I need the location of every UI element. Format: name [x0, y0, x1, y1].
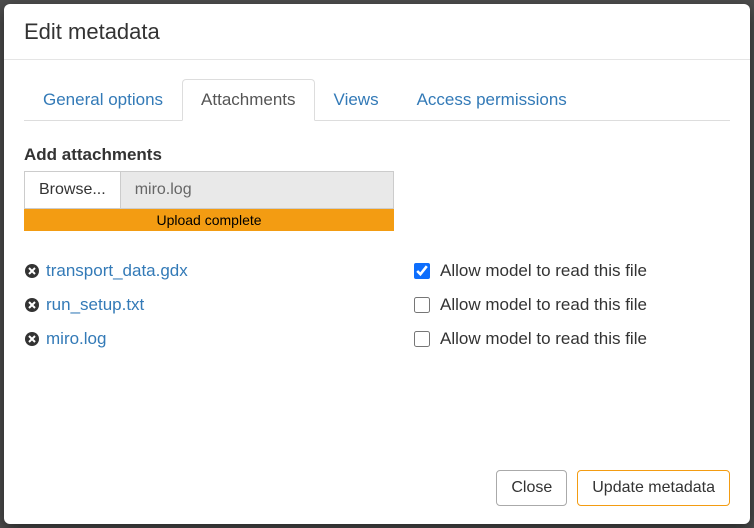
- tab-attachments[interactable]: Attachments: [182, 79, 315, 121]
- file-item: miro.log: [24, 329, 404, 349]
- file-permission[interactable]: Allow model to read this file: [414, 261, 730, 281]
- file-list: transport_data.gdx Allow model to read t…: [24, 261, 730, 349]
- tab-general-options[interactable]: General options: [24, 79, 182, 121]
- modal-footer: Close Update metadata: [4, 456, 750, 524]
- file-permission[interactable]: Allow model to read this file: [414, 329, 730, 349]
- browse-button[interactable]: Browse...: [25, 172, 121, 208]
- close-button[interactable]: Close: [496, 470, 567, 506]
- modal-body: General options Attachments Views Access…: [4, 60, 750, 456]
- remove-file-icon[interactable]: [24, 297, 40, 313]
- file-link[interactable]: miro.log: [46, 329, 106, 349]
- permission-label: Allow model to read this file: [440, 261, 647, 281]
- remove-file-icon[interactable]: [24, 331, 40, 347]
- file-item: run_setup.txt: [24, 295, 404, 315]
- modal-header: Edit metadata: [4, 4, 750, 60]
- file-picker: Browse... miro.log: [24, 171, 394, 209]
- file-link[interactable]: run_setup.txt: [46, 295, 144, 315]
- permission-label: Allow model to read this file: [440, 295, 647, 315]
- file-link[interactable]: transport_data.gdx: [46, 261, 188, 281]
- file-permission[interactable]: Allow model to read this file: [414, 295, 730, 315]
- allow-read-checkbox[interactable]: [414, 263, 430, 279]
- add-attachments-label: Add attachments: [24, 145, 730, 165]
- permission-label: Allow model to read this file: [440, 329, 647, 349]
- update-metadata-button[interactable]: Update metadata: [577, 470, 730, 506]
- remove-file-icon[interactable]: [24, 263, 40, 279]
- upload-progress: Upload complete: [24, 209, 394, 231]
- allow-read-checkbox[interactable]: [414, 297, 430, 313]
- tabs: General options Attachments Views Access…: [24, 78, 730, 121]
- file-item: transport_data.gdx: [24, 261, 404, 281]
- tab-views[interactable]: Views: [315, 79, 398, 121]
- edit-metadata-modal: Edit metadata General options Attachment…: [4, 4, 750, 524]
- modal-title: Edit metadata: [24, 19, 730, 45]
- tab-access-permissions[interactable]: Access permissions: [398, 79, 586, 121]
- allow-read-checkbox[interactable]: [414, 331, 430, 347]
- selected-file-name: miro.log: [121, 172, 393, 208]
